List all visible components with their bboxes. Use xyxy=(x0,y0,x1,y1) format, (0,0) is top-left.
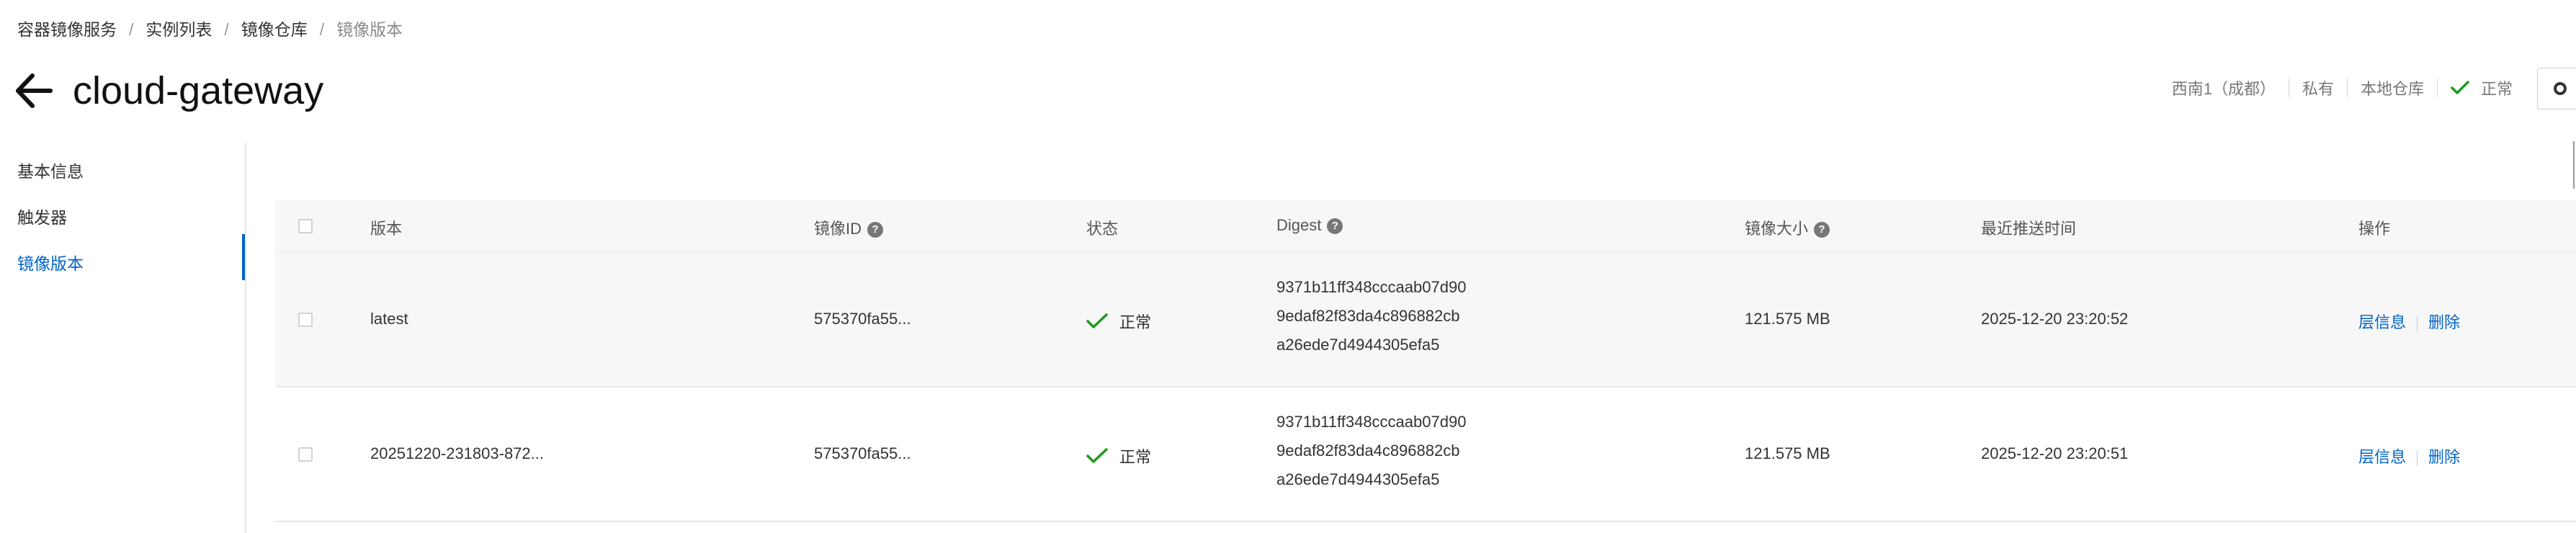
column-header-last-pushed[interactable]: 最近推送时间 xyxy=(1981,216,2076,239)
question-circle-icon[interactable]: ? xyxy=(867,222,884,238)
status-text: 正常 xyxy=(1119,313,1152,331)
arrow-left-icon[interactable] xyxy=(14,69,53,112)
breadcrumb-item-instances[interactable]: 实例列表 xyxy=(146,20,212,39)
region-label: 西南1（成都） xyxy=(2171,80,2276,98)
breadcrumb-separator: / xyxy=(319,20,325,39)
repository-status-text: 正常 xyxy=(2480,80,2513,98)
divider xyxy=(2436,79,2438,97)
layer-info-link[interactable]: 层信息 xyxy=(2358,448,2406,466)
breadcrumb-current: 镜像版本 xyxy=(336,20,403,39)
breadcrumb: 容器镜像服务 / 实例列表 / 镜像仓库 / 镜像版本 xyxy=(17,16,403,40)
size-cell: 121.575 MB xyxy=(1745,444,1830,462)
status-text: 正常 xyxy=(1119,448,1152,466)
status-cell: 正常 xyxy=(1086,444,1151,467)
settings-button[interactable] xyxy=(2537,68,2576,109)
column-header-digest-label: Digest xyxy=(1276,216,1322,234)
breadcrumb-separator: / xyxy=(129,20,134,39)
digest-cell: 9371b11ff348cccaab07d90 9edaf82f83da4c89… xyxy=(1276,273,1466,359)
digest-line: a26ede7d4944305efa5 xyxy=(1276,336,1440,354)
status-cell: 正常 xyxy=(1086,310,1151,333)
image-id-cell: 575370fa55... xyxy=(814,310,911,328)
select-all-checkbox[interactable] xyxy=(298,219,313,233)
column-header-size: 镜像大小? xyxy=(1745,216,1830,239)
size-cell: 121.575 MB xyxy=(1745,310,1830,328)
column-header-digest: Digest? xyxy=(1276,216,1343,235)
sidebar xyxy=(0,143,246,533)
check-icon xyxy=(2451,81,2469,94)
delete-link[interactable]: 删除 xyxy=(2428,313,2460,331)
table-header: 版本 镜像ID? 状态 Digest? 镜像大小? 最近推送时间 操作 xyxy=(275,200,2576,253)
column-header-status[interactable]: 状态 xyxy=(1086,216,1118,239)
divider xyxy=(2346,79,2348,97)
column-header-image-id: 镜像ID? xyxy=(814,216,884,239)
question-circle-icon[interactable]: ? xyxy=(1327,218,1343,235)
source-label: 本地仓库 xyxy=(2360,80,2424,98)
operations-cell: 层信息 删除 xyxy=(2358,444,2460,467)
breadcrumb-separator: / xyxy=(224,20,229,39)
check-icon xyxy=(1086,448,1108,463)
digest-line: 9371b11ff348cccaab07d90 xyxy=(1276,413,1467,431)
operations-cell: 层信息 删除 xyxy=(2358,310,2460,333)
column-header-operations: 操作 xyxy=(2358,220,2391,238)
repository-status: 正常 xyxy=(2451,76,2513,99)
gear-icon xyxy=(2554,82,2567,95)
page-title: cloud-gateway xyxy=(73,69,324,112)
pushed-time-cell: 2025-12-20 23:20:52 xyxy=(1981,310,2129,328)
column-header-size-label: 镜像大小 xyxy=(1745,220,1809,238)
question-circle-icon[interactable]: ? xyxy=(1814,222,1830,238)
row-checkbox[interactable] xyxy=(298,447,313,462)
repository-meta: 西南1（成都） 私有 本地仓库 正常 xyxy=(2172,76,2513,99)
digest-line: 9edaf82f83da4c896882cb xyxy=(1276,307,1460,325)
breadcrumb-item-service[interactable]: 容器镜像服务 xyxy=(17,20,117,39)
breadcrumb-item-repository[interactable]: 镜像仓库 xyxy=(241,20,308,39)
divider xyxy=(2417,315,2418,332)
check-icon xyxy=(1086,313,1108,328)
table-row: latest 575370fa55... 正常 9371b11ff348ccca… xyxy=(275,253,2576,388)
sidebar-item-basic-info[interactable]: 基本信息 xyxy=(17,158,84,182)
digest-line: 9371b11ff348cccaab07d90 xyxy=(1276,278,1467,296)
divider xyxy=(2573,141,2575,189)
image-id-cell: 575370fa55... xyxy=(814,444,911,462)
version-cell: 20251220-231803-872... xyxy=(370,444,544,462)
divider xyxy=(2417,450,2418,467)
table-row: 20251220-231803-872... 575370fa55... 正常 … xyxy=(275,388,2576,522)
pushed-time-cell: 2025-12-20 23:20:51 xyxy=(1981,444,2129,462)
sidebar-item-image-versions[interactable]: 镜像版本 xyxy=(17,250,84,274)
digest-line: 9edaf82f83da4c896882cb xyxy=(1276,442,1460,460)
delete-link[interactable]: 删除 xyxy=(2428,448,2460,466)
digest-cell: 9371b11ff348cccaab07d90 9edaf82f83da4c89… xyxy=(1276,408,1466,494)
row-checkbox[interactable] xyxy=(298,313,313,327)
version-cell: latest xyxy=(370,310,408,328)
column-header-version[interactable]: 版本 xyxy=(370,216,402,239)
column-header-image-id-label: 镜像ID xyxy=(814,220,862,238)
sidebar-item-triggers[interactable]: 触发器 xyxy=(17,204,67,228)
digest-line: a26ede7d4944305efa5 xyxy=(1276,470,1440,488)
layer-info-link[interactable]: 层信息 xyxy=(2358,313,2406,331)
sidebar-active-indicator xyxy=(242,234,245,280)
visibility-label: 私有 xyxy=(2302,80,2334,98)
